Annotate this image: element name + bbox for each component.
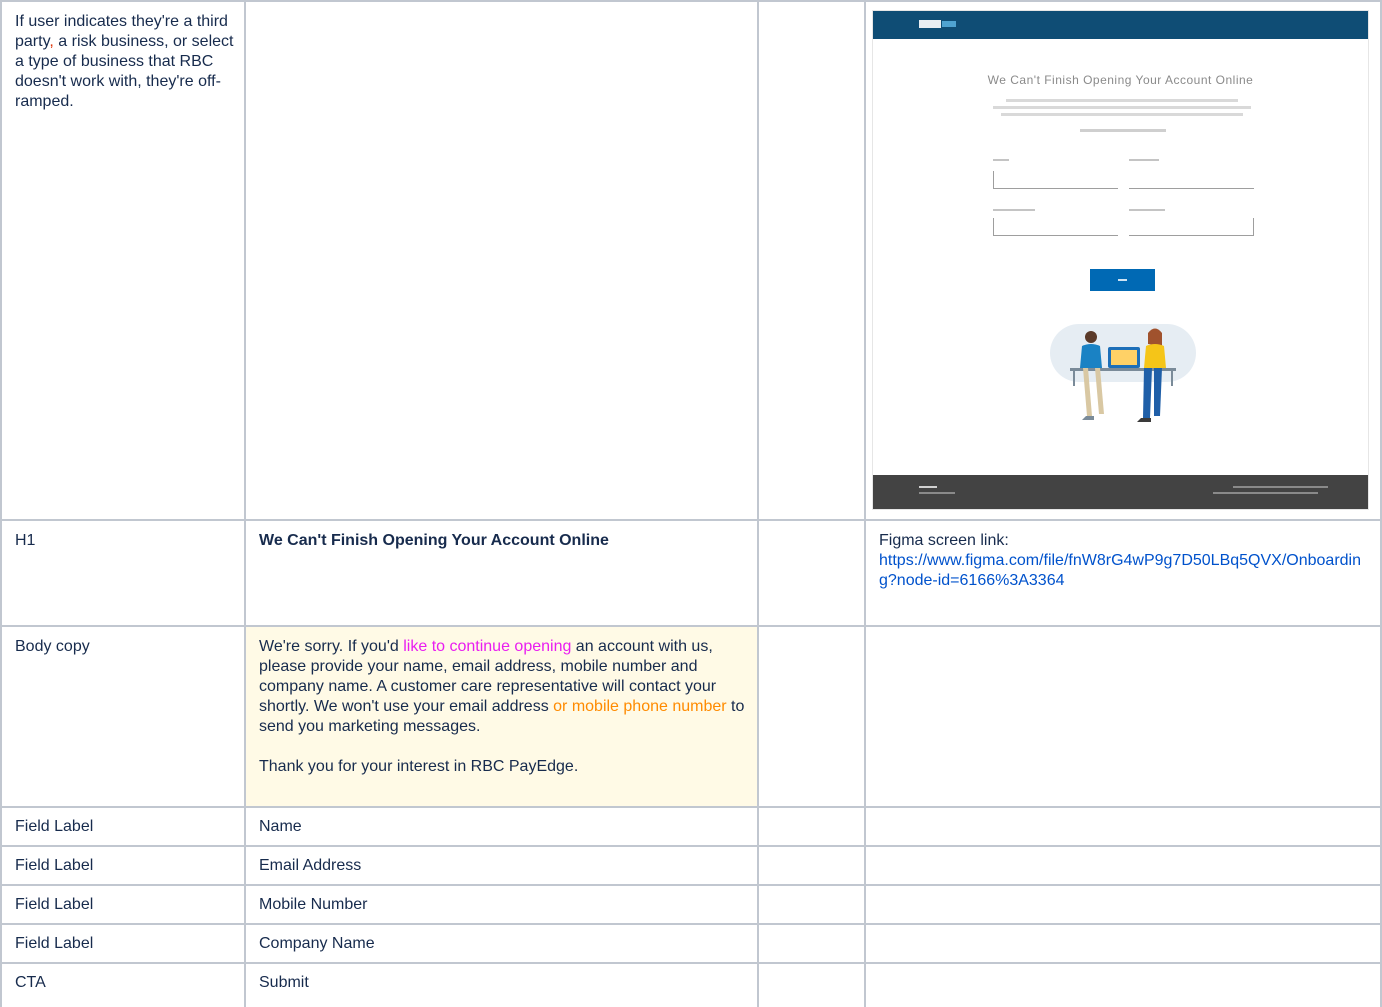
mockup-copy-line — [1006, 99, 1238, 102]
row-type-h1: H1 — [15, 532, 36, 549]
mockup-field-label — [993, 159, 1009, 161]
row3-col2: We're sorry. If you'd like to continue o… — [246, 627, 759, 808]
row-type-field-label: Field Label — [15, 857, 94, 874]
row7-col3 — [759, 925, 866, 964]
row8-col4 — [866, 964, 1382, 1007]
row-type-field-label: Field Label — [15, 935, 94, 952]
mockup-field-label — [1129, 159, 1159, 161]
body-paragraph-1: We're sorry. If you'd like to continue o… — [259, 637, 747, 737]
row-type-body: Body copy — [15, 638, 90, 655]
mockup-illustration — [1050, 324, 1196, 422]
body-text: We're sorry. If you'd — [259, 638, 404, 655]
row5-col4 — [866, 847, 1382, 886]
mockup-field-label — [993, 209, 1035, 211]
row1-col2 — [246, 0, 759, 521]
row5-col2: Email Address — [246, 847, 759, 886]
row1-col4: We Can't Finish Opening Your Account Onl… — [866, 0, 1382, 521]
mockup-email-input — [1129, 171, 1254, 189]
figma-link[interactable]: https://www.figma.com/file/fnW8rG4wP9g7D… — [879, 551, 1370, 591]
row8-col2: Submit — [246, 964, 759, 1007]
body-paragraph-2: Thank you for your interest in RBC PayEd… — [259, 758, 579, 775]
field-label-mobile: Mobile Number — [259, 896, 368, 913]
row7-col1: Field Label — [0, 925, 246, 964]
screen-mockup-thumbnail: We Can't Finish Opening Your Account Onl… — [872, 10, 1369, 510]
row-type-cta: CTA — [15, 974, 46, 991]
mockup-mobile-input — [993, 218, 1118, 236]
row1-col3 — [759, 0, 866, 521]
mockup-footer — [873, 475, 1368, 509]
field-label-name: Name — [259, 818, 302, 835]
row2-col3 — [759, 521, 866, 627]
row2-col1: H1 — [0, 521, 246, 627]
row4-col1: Field Label — [0, 808, 246, 847]
row4-col3 — [759, 808, 866, 847]
mockup-logo — [919, 20, 957, 28]
row-type-field-label: Field Label — [15, 818, 94, 835]
row3-col3 — [759, 627, 866, 808]
body-text-highlight-orange: or mobile phone number — [553, 698, 727, 715]
figma-link-label: Figma screen link: — [879, 532, 1009, 549]
row2-col4: Figma screen link: https://www.figma.com… — [866, 521, 1382, 627]
row6-col3 — [759, 886, 866, 925]
mockup-name-input — [993, 171, 1118, 189]
h1-copy: We Can't Finish Opening Your Account Onl… — [259, 532, 609, 549]
row6-col2: Mobile Number — [246, 886, 759, 925]
mockup-title: We Can't Finish Opening Your Account Onl… — [987, 73, 1254, 87]
mockup-submit-button — [1090, 269, 1155, 291]
row5-col3 — [759, 847, 866, 886]
mockup-field-label — [1129, 209, 1165, 211]
row-type-field-label: Field Label — [15, 896, 94, 913]
field-label-company: Company Name — [259, 935, 375, 952]
row5-col1: Field Label — [0, 847, 246, 886]
cta-submit: Submit — [259, 974, 309, 991]
mockup-copy-line — [993, 106, 1251, 109]
field-label-email: Email Address — [259, 857, 362, 874]
body-text-highlight-pink: like to continue opening — [403, 638, 572, 655]
row7-col4 — [866, 925, 1382, 964]
row2-col2: We Can't Finish Opening Your Account Onl… — [246, 521, 759, 627]
row7-col2: Company Name — [246, 925, 759, 964]
row3-col1: Body copy — [0, 627, 246, 808]
mockup-company-input — [1129, 218, 1254, 236]
row1-col1: If user indicates they're a third party,… — [0, 0, 246, 521]
mockup-copy-line — [1001, 113, 1243, 116]
row8-col1: CTA — [0, 964, 246, 1007]
mockup-copy-line — [1080, 129, 1166, 132]
row6-col1: Field Label — [0, 886, 246, 925]
row3-col4 — [866, 627, 1382, 808]
row4-col4 — [866, 808, 1382, 847]
row8-col3 — [759, 964, 866, 1007]
row6-col4 — [866, 886, 1382, 925]
spec-table: If user indicates they're a third party,… — [0, 0, 1382, 1007]
row4-col2: Name — [246, 808, 759, 847]
mockup-header — [873, 11, 1368, 39]
